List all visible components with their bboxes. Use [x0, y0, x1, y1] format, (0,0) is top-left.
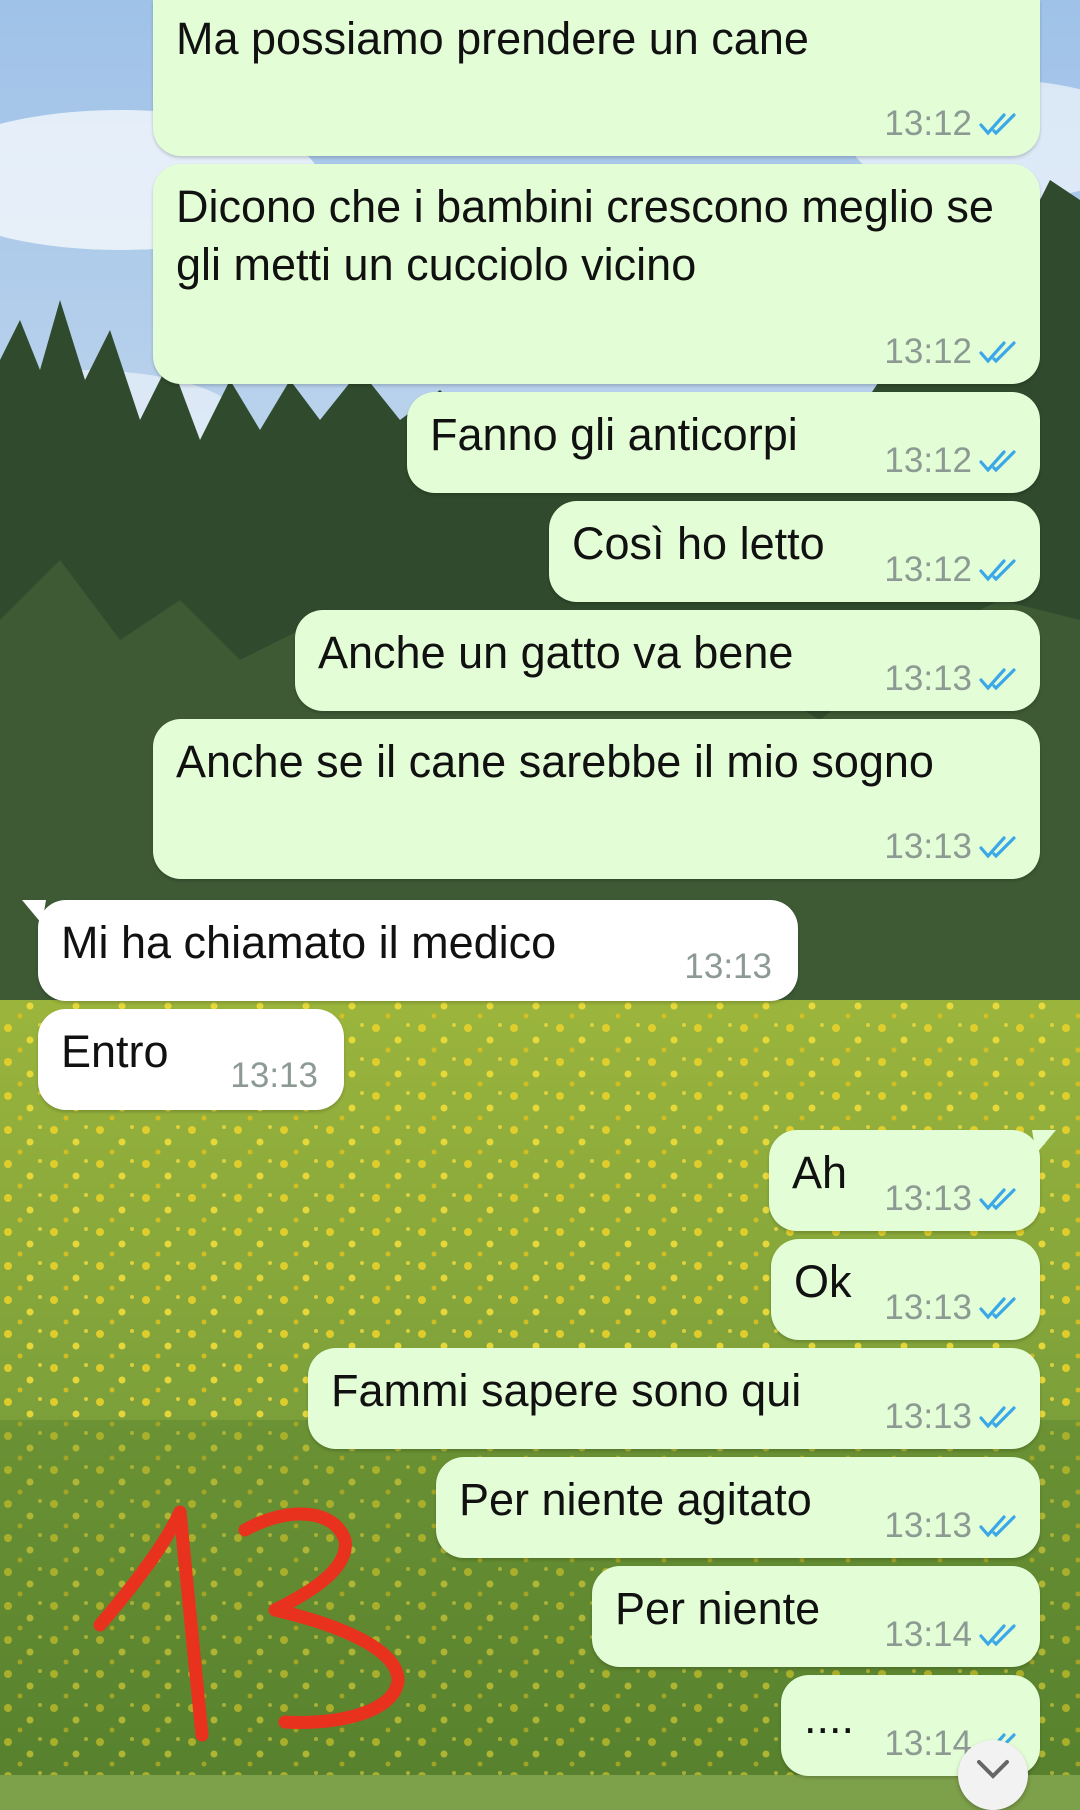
handwritten-annotation	[93, 1505, 405, 1742]
chevron-down-icon	[977, 1760, 1009, 1779]
scroll-to-bottom-button[interactable]	[958, 1740, 1028, 1810]
